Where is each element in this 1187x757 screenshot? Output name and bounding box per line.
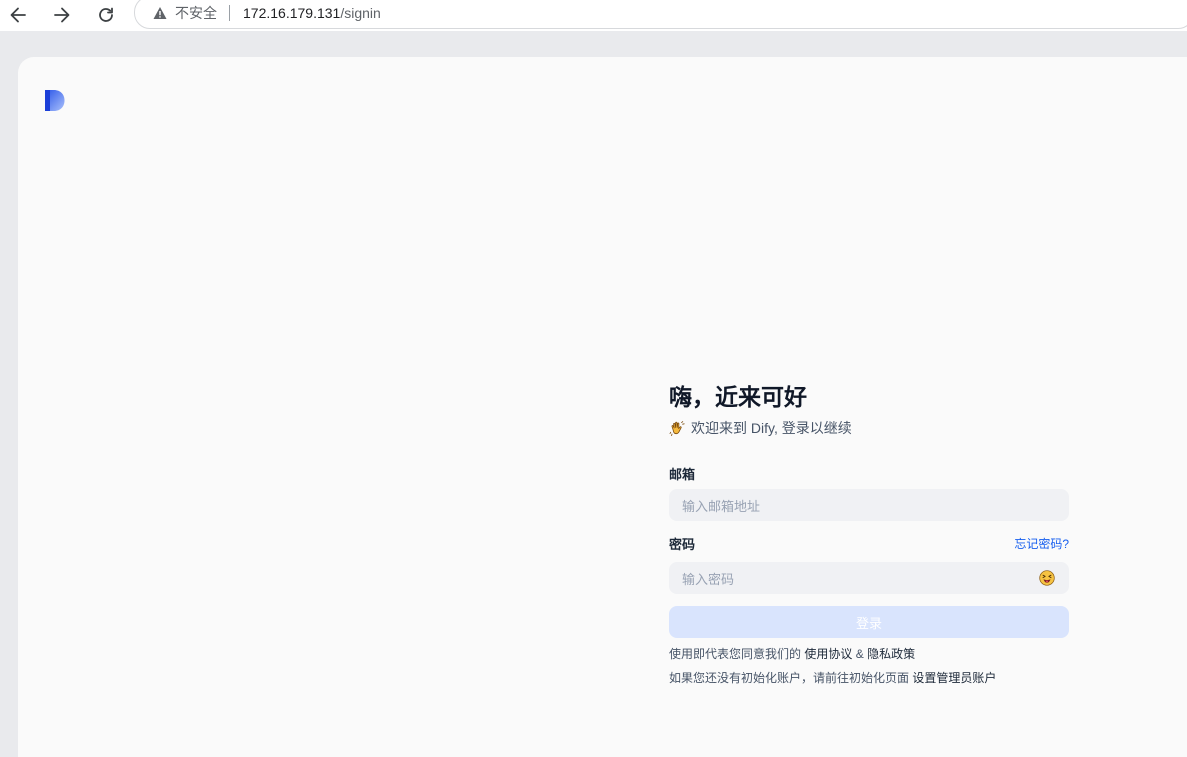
insecure-label[interactable]: 不安全 — [175, 3, 217, 23]
password-field[interactable]: 输入密码 — [669, 562, 1069, 594]
subtitle-text: 欢迎来到 Dify, 登录以继续 — [691, 420, 852, 436]
terms-prefix: 使用即代表您同意我们的 — [669, 647, 802, 661]
email-field[interactable]: 输入邮箱地址 — [669, 489, 1069, 521]
page-subtitle: 欢迎来到 Dify, 登录以继续 — [669, 418, 1069, 438]
dify-logo — [45, 90, 65, 111]
address-bar[interactable]: 不安全 172.16.179.131/signin — [134, 0, 1187, 29]
waving-hand-icon — [669, 420, 686, 437]
url-host: 172.16.179.131 — [243, 4, 341, 21]
forgot-password-link[interactable]: 忘记密码? — [1014, 535, 1069, 552]
password-label-row: 密码 忘记密码? — [669, 533, 1069, 553]
warning-icon — [153, 6, 167, 20]
squinting-tongue-emoji-icon[interactable] — [1039, 570, 1055, 586]
back-button[interactable] — [5, 3, 31, 27]
reload-button[interactable] — [93, 3, 119, 27]
password-label: 密码 — [669, 536, 696, 552]
signin-page: 嗨，近来可好 欢迎来到 Dify, 登录以继续 邮箱 输入邮箱地址 密码 忘记密… — [18, 57, 1187, 757]
terms-notice: 使用即代表您同意我们的 使用协议 & 隐私政策 — [669, 645, 1069, 663]
email-placeholder: 输入邮箱地址 — [682, 498, 761, 514]
email-label: 邮箱 — [669, 466, 696, 482]
reload-icon — [99, 7, 113, 22]
browser-toolbar: 不安全 172.16.179.131/signin — [0, 0, 1187, 31]
setup-notice: 如果您还没有初始化账户，请前往初始化页面 设置管理员账户 — [669, 669, 1069, 687]
address-divider — [229, 4, 230, 21]
page-title: 嗨，近来可好 — [669, 384, 807, 410]
login-button[interactable]: 登录 — [669, 606, 1069, 638]
setup-admin-link[interactable]: 设置管理员账户 — [912, 671, 996, 685]
back-arrow-icon — [10, 7, 26, 23]
privacy-policy-link[interactable]: 隐私政策 — [867, 647, 915, 661]
terms-and: & — [855, 647, 864, 661]
forward-arrow-icon — [54, 7, 70, 23]
setup-prefix: 如果您还没有初始化账户，请前往初始化页面 — [669, 671, 910, 685]
terms-of-use-link[interactable]: 使用协议 — [804, 647, 852, 661]
signin-form: 嗨，近来可好 欢迎来到 Dify, 登录以继续 邮箱 输入邮箱地址 密码 忘记密… — [669, 381, 1069, 687]
url-path: /signin — [340, 4, 381, 21]
password-placeholder: 输入密码 — [682, 571, 735, 587]
email-label-row: 邮箱 — [669, 463, 1069, 483]
forward-button[interactable] — [49, 3, 75, 27]
